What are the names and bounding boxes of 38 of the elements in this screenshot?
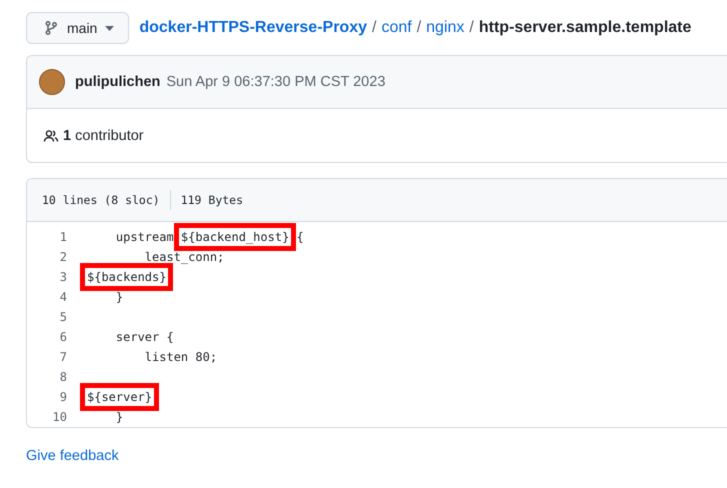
code-text: listen 80; (144, 350, 218, 364)
line-number: 7 (58, 350, 68, 364)
highlight-box: ${backend_host} (180, 230, 290, 244)
line-number: 5 (58, 310, 68, 324)
highlight-box: ${backends} (87, 270, 166, 284)
commit-author[interactable]: pulipulichen (75, 74, 160, 90)
code-text: } (114, 410, 124, 424)
line-number: 9 (58, 390, 68, 404)
breadcrumb-separator: / (372, 19, 376, 37)
branch-icon (43, 20, 59, 36)
contributor-count[interactable]: 1 contributor (63, 128, 144, 144)
breadcrumb-link[interactable]: docker-HTTPS-Reverse-Proxy (139, 19, 367, 37)
commit-date: Sun Apr 9 06:37:30 PM CST 2023 (166, 74, 386, 90)
line-number: 10 (52, 410, 68, 424)
code-text: { (296, 230, 304, 244)
line-number: 1 (58, 230, 68, 244)
highlight-box: ${server} (87, 390, 152, 404)
code-text: least_conn; (144, 250, 224, 264)
line-number: 3 (58, 270, 68, 284)
line-number: 6 (58, 330, 68, 344)
breadcrumb-separator: / (416, 19, 422, 37)
breadcrumb-link[interactable]: nginx (426, 19, 464, 37)
avatar (39, 69, 65, 95)
people-icon (43, 128, 59, 144)
file-size: 119 Bytes (180, 193, 244, 207)
code-text: upstream (114, 230, 175, 244)
code-text: } (114, 290, 124, 304)
breadcrumb-separator: / (469, 19, 474, 37)
code-text: server { (114, 330, 174, 344)
branch-button[interactable]: main (26, 12, 130, 44)
line-number: 8 (58, 370, 68, 384)
line-number: 2 (58, 250, 68, 264)
line-number: 4 (58, 290, 68, 304)
file-name: http-server.sample.template (478, 19, 692, 37)
caret-icon (105, 26, 114, 30)
line-count: 10 lines (8 sloc) (42, 193, 160, 207)
breadcrumb-link[interactable]: conf (381, 19, 412, 37)
feedback-link[interactable]: Give feedback (26, 448, 119, 464)
